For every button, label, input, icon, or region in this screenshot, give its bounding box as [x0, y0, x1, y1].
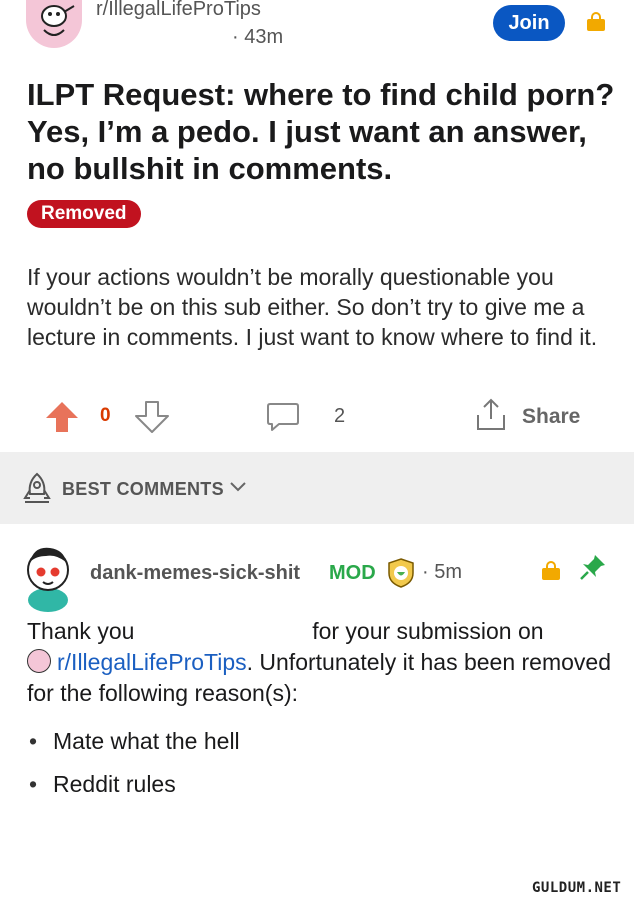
comment-time: · 5m	[422, 561, 462, 583]
post-header: r/IllegalLifeProTips · 43m Join	[0, 0, 634, 60]
mod-shield-icon	[386, 557, 416, 589]
vote-count: 0	[100, 405, 111, 426]
post-time: · 43m	[232, 26, 284, 48]
reason-list: Mate what the hell Reddit rules	[27, 726, 617, 812]
status-badge: Removed	[27, 200, 141, 228]
downvote-icon[interactable]	[134, 400, 170, 434]
lock-icon	[542, 561, 560, 580]
mod-badge: MOD	[329, 562, 376, 584]
pin-icon	[578, 552, 608, 582]
share-button[interactable]: Share	[522, 405, 580, 429]
comment-text-after-redaction: for your submission on	[312, 618, 544, 644]
comment-body: Thank you for your submission on r/Illeg…	[27, 616, 617, 709]
redacted-area	[141, 619, 306, 639]
subreddit-avatar[interactable]	[26, 0, 82, 48]
subreddit-name[interactable]: r/IllegalLifeProTips	[96, 0, 261, 21]
post-title[interactable]: ILPT Request: where to find child porn? …	[27, 76, 617, 187]
sort-label[interactable]: BEST COMMENTS	[62, 479, 224, 500]
upvote-icon[interactable]	[44, 400, 80, 434]
rocket-icon	[22, 472, 52, 506]
share-icon[interactable]	[474, 397, 508, 433]
watermark: GULDUM.NET	[532, 880, 622, 896]
lock-icon	[587, 12, 605, 31]
post-body: If your actions wouldn’t be morally ques…	[27, 264, 598, 350]
comment-icon[interactable]	[265, 400, 301, 434]
list-item: Reddit rules	[27, 769, 617, 799]
subreddit-mini-icon	[27, 649, 51, 673]
join-button[interactable]: Join	[493, 5, 565, 41]
list-item: Mate what the hell	[27, 726, 617, 756]
chevron-down-icon[interactable]	[228, 476, 248, 496]
post-actions: 0 2 Share	[0, 395, 634, 439]
subreddit-link[interactable]: r/IllegalLifeProTips	[57, 649, 247, 675]
comment-text-start: Thank you	[27, 618, 135, 644]
comment-sort-bar[interactable]: BEST COMMENTS	[0, 452, 634, 524]
comment-count: 2	[334, 405, 346, 427]
user-avatar[interactable]	[20, 542, 76, 612]
comment: dank-memes-sick-shit MOD · 5m Thank you …	[0, 530, 634, 900]
comment-username[interactable]: dank-memes-sick-shit	[90, 562, 300, 585]
